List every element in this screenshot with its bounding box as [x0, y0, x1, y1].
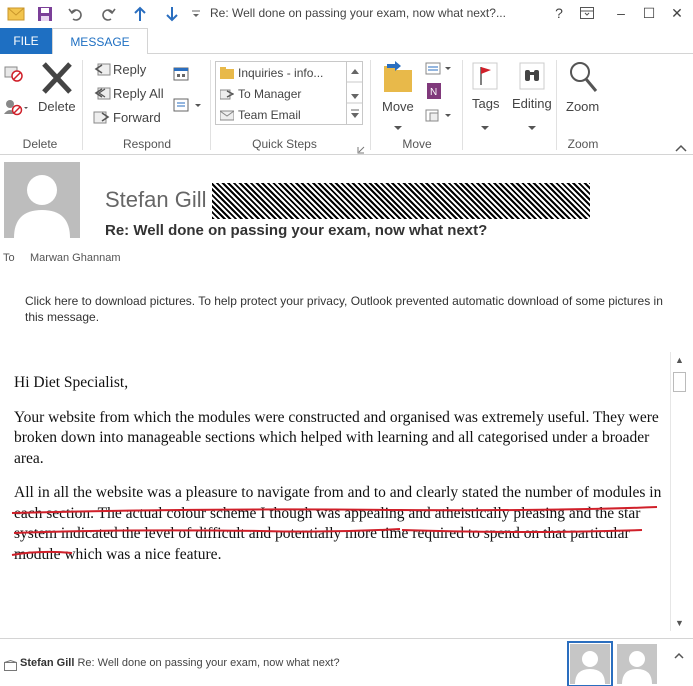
envelope-icon — [4, 658, 17, 676]
message-scrollbar[interactable]: ▲ ▼ — [670, 352, 687, 631]
people-pane-item[interactable]: Stefan Gill Re: Well done on passing you… — [20, 657, 340, 669]
people-pane: Stefan Gill Re: Well done on passing you… — [0, 638, 693, 686]
scroll-thumb[interactable] — [673, 372, 686, 392]
scroll-up-icon[interactable]: ▲ — [671, 352, 688, 368]
people-pane-sender: Stefan Gill — [20, 657, 75, 669]
red-underline-annotation — [11, 506, 658, 556]
people-avatar[interactable] — [617, 644, 657, 684]
people-avatar-selected[interactable] — [567, 641, 613, 686]
scroll-down-icon[interactable]: ▼ — [671, 615, 688, 631]
expand-people-pane-icon[interactable] — [674, 647, 684, 665]
people-pane-subject: Re: Well done on passing your exam, now … — [77, 657, 340, 669]
